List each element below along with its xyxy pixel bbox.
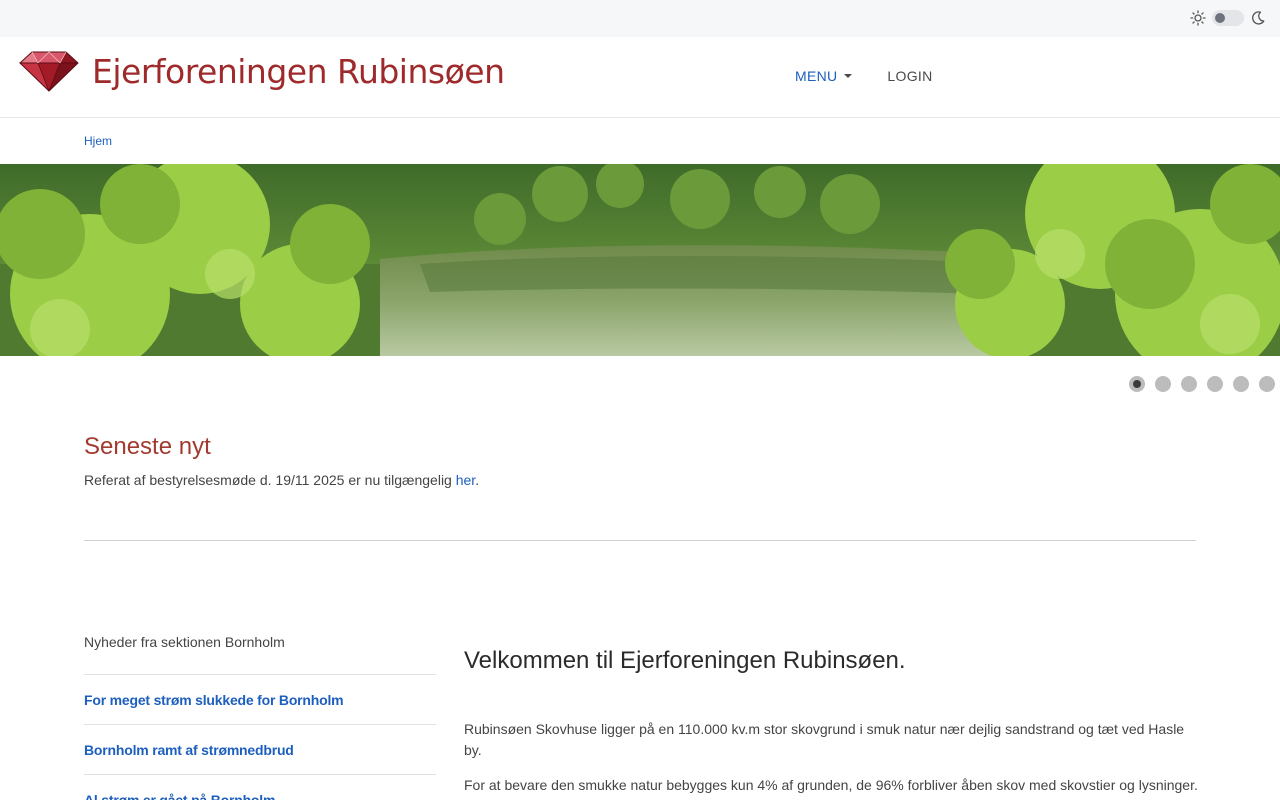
caret-down-icon [844, 74, 853, 78]
list-item: Al strøm er gået på Bornholm [84, 774, 436, 800]
theme-toggle[interactable] [1190, 10, 1266, 26]
sidebar-news-link[interactable]: Bornholm ramt af strømnedbrud [84, 742, 294, 758]
carousel-dot-4[interactable] [1207, 376, 1223, 392]
news-suffix: . [475, 472, 480, 488]
ruby-gem-icon [18, 51, 79, 92]
sidebar-news-link[interactable]: Al strøm er gået på Bornholm [84, 792, 275, 800]
login-link[interactable]: LOGIN [887, 68, 932, 84]
news-link[interactable]: her [456, 472, 475, 488]
list-item: For meget strøm slukkede for Bornholm [84, 674, 436, 724]
sidebar-heading: Nyheder fra sektionen Bornholm [84, 634, 285, 650]
carousel-dot-2[interactable] [1155, 376, 1171, 392]
sun-icon [1190, 10, 1206, 26]
sidebar-news-link[interactable]: For meget strøm slukkede for Bornholm [84, 692, 344, 708]
carousel-dot-5[interactable] [1233, 376, 1249, 392]
welcome-heading: Velkommen til Ejerforeningen Rubinsøen. [464, 647, 906, 674]
nature-paragraph: For at bevare den smukke natur bebygges … [464, 777, 1198, 793]
carousel-indicators [1129, 376, 1275, 392]
sidebar-news-list: For meget strøm slukkede for Bornholm Bo… [84, 674, 436, 800]
menu-label: MENU [795, 68, 838, 84]
main-nav: MENU LOGIN [795, 68, 933, 84]
site-logo[interactable]: Ejerforeningen Rubinsøen [18, 49, 505, 93]
news-sentence: Referat af bestyrelsesmøde d. 19/11 2025… [84, 472, 456, 488]
menu-dropdown[interactable]: MENU [795, 68, 853, 84]
top-utility-bar [0, 0, 1280, 37]
theme-switch[interactable] [1212, 10, 1244, 26]
site-header: Ejerforeningen Rubinsøen MENU LOGIN [0, 37, 1280, 118]
site-logo-text: Ejerforeningen Rubinsøen [92, 51, 505, 91]
breadcrumb: Hjem [84, 134, 112, 148]
carousel-dot-6[interactable] [1259, 376, 1275, 392]
switch-knob [1215, 13, 1225, 23]
hero-carousel-image [0, 164, 1280, 356]
intro-paragraph: Rubinsøen Skovhuse ligger på en 110.000 … [464, 721, 1185, 758]
latest-news-text: Referat af bestyrelsesmøde d. 19/11 2025… [84, 472, 479, 488]
section-divider [84, 540, 1196, 541]
lake-scenery-image [0, 164, 1280, 356]
breadcrumb-home-link[interactable]: Hjem [84, 134, 112, 148]
moon-icon [1252, 11, 1265, 25]
carousel-dot-1[interactable] [1129, 376, 1145, 392]
list-item: Bornholm ramt af strømnedbrud [84, 724, 436, 774]
latest-news-heading: Seneste nyt [84, 433, 211, 460]
carousel-dot-3[interactable] [1181, 376, 1197, 392]
